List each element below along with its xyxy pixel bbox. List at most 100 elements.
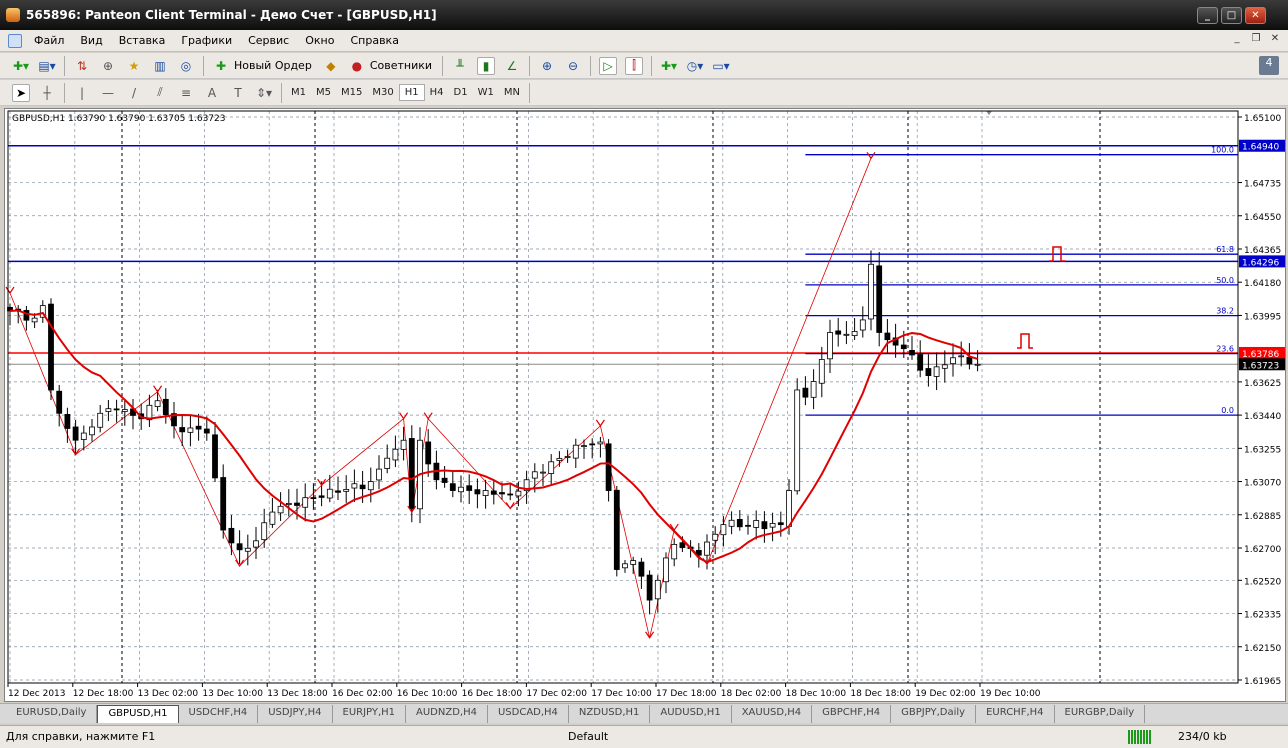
periods-icon[interactable]: ◷▾ <box>686 57 704 75</box>
minimize-button[interactable]: _ <box>1197 7 1218 24</box>
chart-shift-icon[interactable]: ⫿ <box>625 56 644 75</box>
candle <box>745 524 751 527</box>
timeframe-m15[interactable]: M15 <box>336 85 367 100</box>
menu-file[interactable]: Файл <box>26 34 72 47</box>
strategy-tester-icon[interactable]: ◎ <box>177 57 195 75</box>
fractal-arrow <box>399 412 409 420</box>
chart-tab[interactable]: XAUUSD,H4 <box>732 705 813 723</box>
timeframe-w1[interactable]: W1 <box>473 85 499 100</box>
horizontal-line-icon[interactable]: — <box>99 84 117 102</box>
menu-insert[interactable]: Вставка <box>111 34 174 47</box>
notifications-icon[interactable]: 4 <box>1259 56 1279 75</box>
chart-tab[interactable]: EURCHF,H4 <box>976 705 1055 723</box>
chart-tab[interactable]: USDCAD,H4 <box>488 705 569 723</box>
candle <box>761 521 768 530</box>
crosshair-icon[interactable]: ┼ <box>38 84 56 102</box>
navigator-icon[interactable]: ★ <box>125 57 143 75</box>
mdi-restore-button[interactable]: ❐ <box>1249 33 1263 47</box>
menu-charts[interactable]: Графики <box>173 34 240 47</box>
experts-button[interactable]: Советники <box>370 59 432 72</box>
app-logo-icon <box>6 8 20 22</box>
zoom-out-icon[interactable]: ⊖ <box>564 57 582 75</box>
fib-level-label: 100.0 <box>1211 146 1234 155</box>
chart-tab[interactable]: GBPJPY,Daily <box>891 705 977 723</box>
menu-bar: Файл Вид Вставка Графики Сервис Окно Спр… <box>0 30 1288 52</box>
candle <box>818 359 825 384</box>
text-label-icon[interactable]: T <box>229 84 247 102</box>
auto-scroll-icon[interactable]: ▷ <box>599 56 618 75</box>
menu-window[interactable]: Окно <box>297 34 342 47</box>
profiles-icon[interactable]: ▤▾ <box>38 57 56 75</box>
chart-tab[interactable]: USDCHF,H4 <box>179 705 259 723</box>
new-order-icon[interactable]: ✚ <box>212 57 230 75</box>
candle <box>753 520 760 528</box>
menu-view[interactable]: Вид <box>72 34 110 47</box>
chart-tab[interactable]: AUDUSD,H1 <box>650 705 732 723</box>
candle <box>162 398 169 415</box>
mdi-close-button[interactable]: ✕ <box>1268 33 1282 47</box>
fibonacci-icon[interactable]: ≡ <box>177 84 195 102</box>
chart-tab[interactable]: EURJPY,H1 <box>333 705 407 723</box>
arrows-icon[interactable]: ⇕▾ <box>255 84 273 102</box>
menu-tools[interactable]: Сервис <box>240 34 297 47</box>
line-chart-icon[interactable]: ∠ <box>503 57 521 75</box>
new-order-button[interactable]: Новый Ордер <box>234 59 312 72</box>
title-bar: 565896: Panteon Client Terminal - Демо С… <box>0 0 1288 30</box>
status-profile: Default <box>568 730 609 743</box>
chart-tab[interactable]: EURGBP,Daily <box>1055 705 1146 723</box>
candle <box>794 389 801 492</box>
cursor-icon[interactable]: ➤ <box>12 83 30 102</box>
timeframe-h4[interactable]: H4 <box>425 85 449 100</box>
candle <box>540 471 546 474</box>
close-button[interactable]: ✕ <box>1245 7 1266 24</box>
timeframe-m1[interactable]: M1 <box>286 85 311 100</box>
terminal-icon[interactable]: ▥ <box>151 57 169 75</box>
shift-marker-icon <box>986 111 992 115</box>
candle <box>531 471 538 479</box>
candle <box>277 505 284 514</box>
vertical-line-icon[interactable]: | <box>73 84 91 102</box>
new-chart-icon[interactable]: ✚▾ <box>12 57 30 75</box>
menu-help[interactable]: Справка <box>342 34 406 47</box>
market-watch-icon[interactable]: ⇅ <box>73 57 91 75</box>
chart-tab[interactable]: USDJPY,H4 <box>258 705 333 723</box>
timeframe-m30[interactable]: M30 <box>367 85 398 100</box>
candle <box>810 381 817 398</box>
x-tick-label: 16 Dec 02:00 <box>332 689 393 699</box>
timeframe-mn[interactable]: MN <box>499 85 525 100</box>
zoom-in-icon[interactable]: ⊕ <box>538 57 556 75</box>
chart-tab[interactable]: NZDUSD,H1 <box>569 705 651 723</box>
chart-tab[interactable]: EURUSD,Daily <box>6 705 98 723</box>
candle <box>564 456 571 458</box>
candle <box>179 427 186 433</box>
candle <box>605 443 612 491</box>
x-tick-label: 19 Dec 10:00 <box>980 689 1041 699</box>
x-tick-label: 13 Dec 02:00 <box>138 689 199 699</box>
mdi-minimize-button[interactable]: _ <box>1230 33 1244 47</box>
timeframe-h1[interactable]: H1 <box>398 84 425 101</box>
trendline-icon[interactable]: / <box>125 84 143 102</box>
candle <box>97 412 104 428</box>
chart-tab[interactable]: GBPUSD,H1 <box>97 705 179 723</box>
templates-icon[interactable]: ▭▾ <box>712 57 730 75</box>
candle <box>572 444 579 459</box>
metaeditor-icon[interactable]: ◆ <box>322 57 340 75</box>
bar-chart-icon[interactable]: ╨ <box>451 57 469 75</box>
candlestick-chart-icon[interactable]: ▮ <box>477 56 496 75</box>
text-icon[interactable]: A <box>203 84 221 102</box>
chart-tab[interactable]: AUDNZD,H4 <box>406 705 488 723</box>
candle <box>720 524 727 536</box>
indicators-icon[interactable]: ✚▾ <box>660 57 678 75</box>
price-chart[interactable]: 100.0 61.8 50.0 38.2 23.6 0.0 1.65100 1.64735 1.… <box>0 108 1288 703</box>
timeframe-m5[interactable]: M5 <box>311 85 336 100</box>
fractal-arrow <box>153 385 163 393</box>
chart-tab[interactable]: GBPCHF,H4 <box>812 705 892 723</box>
experts-icon[interactable]: ● <box>348 57 366 75</box>
data-window-icon[interactable]: ⊕ <box>99 57 117 75</box>
candle <box>253 540 259 548</box>
y-tick-label: 1.63625 <box>1244 379 1281 389</box>
timeframe-d1[interactable]: D1 <box>449 85 473 100</box>
x-tick-label: 18 Dec 02:00 <box>721 689 782 699</box>
maximize-button[interactable]: □ <box>1221 7 1242 24</box>
equidistant-channel-icon[interactable]: ⫽ <box>151 84 169 102</box>
